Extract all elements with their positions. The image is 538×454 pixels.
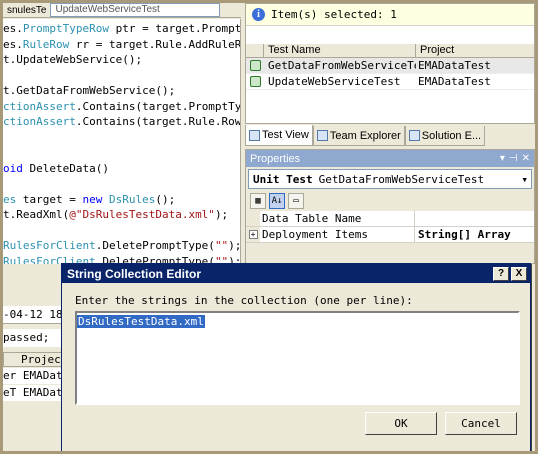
info-bar: i Item(s) selected: 1 <box>246 4 534 26</box>
dialog-title-bar: String Collection Editor ? X <box>62 264 530 283</box>
property-value[interactable]: String[] Array <box>415 228 534 241</box>
alphabetical-icon[interactable]: A↓ <box>269 193 285 209</box>
test-view-panel: i Item(s) selected: 1 Test Name Project … <box>245 3 535 124</box>
selection-info-text: Item(s) selected: 1 <box>271 8 397 21</box>
code-line: ctionAssert.Contains(target.Rule.Rows <box>3 115 241 128</box>
info-icon: i <box>252 8 265 21</box>
categorized-icon[interactable]: ▦ <box>250 193 266 209</box>
property-pages-icon[interactable]: ▭ <box>288 193 304 209</box>
code-line: t.ReadXml(@"DsRulesTestData.xml"); <box>3 208 229 221</box>
test-list: Test Name Project GetDataFromWebServiceT… <box>246 44 534 90</box>
properties-toolbar: ▦ A↓ ▭ <box>246 191 534 211</box>
string-collection-editor-dialog: String Collection Editor ? X Enter the s… <box>61 263 531 451</box>
tab-label: Test View <box>262 129 309 141</box>
property-name: Deployment Items <box>260 227 415 242</box>
dialog-instruction-label: Enter the strings in the collection (one… <box>75 294 413 307</box>
column-header-test-name[interactable]: Test Name <box>264 44 416 57</box>
code-line: es target = new DsRules(); <box>3 192 176 206</box>
test-results-panel: -04-12 18 passed; Projec er EMADat eT EM… <box>3 266 63 451</box>
result-row[interactable]: er EMADat <box>3 368 63 384</box>
tab-label: Team Explorer <box>329 129 401 142</box>
header-checkbox-column <box>246 44 264 57</box>
close-button[interactable]: X <box>511 266 527 281</box>
test-row[interactable]: UpdateWebServiceTest EMADataTest <box>246 74 534 90</box>
column-header-project[interactable]: Project <box>416 44 534 57</box>
cancel-button[interactable]: Cancel <box>445 412 517 435</box>
test-view-icon <box>249 129 260 141</box>
pin-icon[interactable]: ⊣ <box>509 153 518 164</box>
property-row[interactable]: Data Table Name <box>246 211 534 227</box>
test-row-name: GetDataFromWebServiceTest <box>268 59 416 72</box>
close-icon[interactable]: ✕ <box>522 153 530 164</box>
test-list-header: Test Name Project <box>246 44 534 58</box>
editor-tab-strip: snulesTe UpdateWebServiceTest <box>3 3 241 18</box>
results-header: Projec <box>3 352 63 367</box>
properties-title: Properties <box>250 152 301 165</box>
tab-label: Solution E... <box>421 129 482 142</box>
tool-window-tabs: Test View Team Explorer Solution E... <box>245 124 535 146</box>
code-line: es.RuleRow rr = target.Rule.AddRuleR <box>3 37 241 51</box>
code-line: es.PromptTypeRow ptr = target.Prompt <box>3 22 241 35</box>
test-row[interactable]: GetDataFromWebServiceTest EMADataTest <box>246 58 534 74</box>
column-header-project[interactable]: Projec <box>4 353 61 366</box>
property-name: Data Table Name <box>260 211 415 226</box>
properties-title-bar: Properties ▾ ⊣ ✕ <box>246 150 534 167</box>
tab-team-explorer[interactable]: Team Explorer <box>312 126 405 146</box>
code-line: t.UpdateWebService(); <box>3 53 143 66</box>
test-row-name: UpdateWebServiceTest <box>268 75 401 88</box>
unit-test-icon <box>246 60 264 71</box>
properties-panel: Properties ▾ ⊣ ✕ Unit Test GetDataFromWe… <box>245 149 535 264</box>
run-status: passed; <box>3 329 63 347</box>
object-name: GetDataFromWebServiceTest <box>318 172 485 186</box>
code-line: ctionAssert.Contains(target.PromptTyp <box>3 99 241 113</box>
result-row[interactable]: eT EMADat <box>3 385 63 401</box>
tab-test-view[interactable]: Test View <box>245 125 313 146</box>
editor-tab-update-web-service-test[interactable]: UpdateWebServiceTest <box>50 3 221 17</box>
ok-button[interactable]: OK <box>365 412 437 435</box>
object-selector[interactable]: Unit Test GetDataFromWebServiceTest ▾ <box>248 169 532 189</box>
selected-text: DsRulesTestData.xml <box>77 315 205 328</box>
team-explorer-icon <box>316 130 328 141</box>
run-date: -04-12 18 <box>3 306 63 324</box>
editor-tab-rules-test[interactable]: snulesTe <box>3 5 50 16</box>
dialog-title: String Collection Editor <box>67 266 201 281</box>
window: snulesTe UpdateWebServiceTest es.PromptT… <box>3 3 535 451</box>
unit-test-icon <box>246 76 264 87</box>
chevron-down-icon[interactable]: ▾ <box>521 173 531 186</box>
help-button[interactable]: ? <box>493 266 509 281</box>
code-line: oid DeleteData() <box>3 161 109 175</box>
code-line: RulesForClient.DeletePromptType(""); <box>3 239 241 252</box>
solution-explorer-icon <box>408 130 420 141</box>
test-row-project: EMADataTest <box>418 75 491 88</box>
code-line: t.GetDataFromWebService(); <box>3 84 176 97</box>
dropdown-icon[interactable]: ▾ <box>500 153 505 164</box>
strings-textarea[interactable]: DsRulesTestData.xml <box>75 311 520 405</box>
code-editor[interactable]: es.PromptTypeRow ptr = target.Prompt es.R… <box>3 19 241 264</box>
test-row-project: EMADataTest <box>418 59 491 72</box>
tab-solution-explorer[interactable]: Solution E... <box>404 126 486 146</box>
expand-icon[interactable]: + <box>248 230 258 239</box>
property-row[interactable]: + Deployment Items String[] Array <box>246 227 534 243</box>
object-type: Unit Test <box>253 172 313 186</box>
